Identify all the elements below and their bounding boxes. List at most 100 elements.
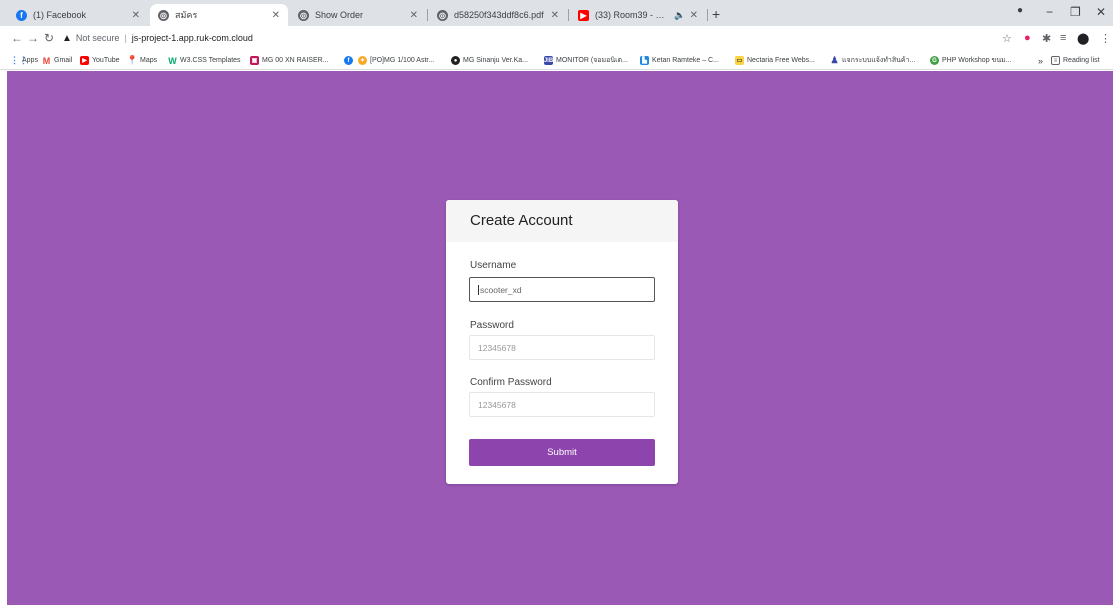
username-input[interactable]: scooter_xd	[469, 277, 655, 302]
minimize-icon[interactable]: −	[1046, 5, 1053, 19]
site-icon: ▙	[640, 56, 649, 65]
tab-label: (33) Room39 - ความจริง [Offic	[595, 10, 671, 20]
warning-icon[interactable]: ▲	[62, 33, 72, 44]
tab-show-order[interactable]: ◎ Show Order ✕	[290, 4, 426, 26]
address-bar[interactable]: ▲ Not secure | js-project-1.app.ruk-com.…	[62, 28, 1012, 48]
bookmark-mg00[interactable]: ▣ MG 00 XN RAISER...	[250, 54, 340, 67]
password-label: Password	[470, 320, 514, 331]
browser-toolbar: ← → ↻ ▲ Not secure | js-project-1.app.ru…	[0, 26, 1113, 50]
window-close-icon[interactable]: ✕	[1096, 5, 1106, 19]
bookmark-pomg[interactable]: ✦ [PO]MG 1/100 Astr...	[358, 54, 448, 67]
reading-list-icon: ≡	[1051, 56, 1060, 65]
bookmark-label: แจกระบบแจ้งทำสินค้า...	[842, 57, 916, 64]
address-divider: |	[124, 33, 127, 43]
confirm-password-placeholder: 12345678	[478, 399, 516, 410]
site-icon: G	[930, 56, 939, 65]
username-placeholder: scooter_xd	[480, 284, 522, 295]
card-header: Create Account	[446, 200, 678, 242]
security-label: Not secure	[75, 33, 120, 43]
person-icon: ♟	[830, 55, 839, 65]
page-background: Create Account Username scooter_xd Passw…	[7, 71, 1113, 605]
avatar[interactable]: ⬤	[1077, 32, 1089, 45]
bookmark-w3css[interactable]: W W3.CSS Templates	[168, 54, 241, 67]
folder-icon: ▭	[735, 56, 744, 65]
reading-list-label: Reading list	[1063, 57, 1100, 64]
bookmark-php-workshop[interactable]: G PHP Workshop ขนม...	[930, 54, 1020, 67]
bookmark-ketan[interactable]: ▙ Ketan Ramteke – C...	[640, 54, 732, 67]
close-icon[interactable]: ✕	[132, 10, 140, 21]
color-extension-icon[interactable]: ●	[1024, 32, 1031, 44]
bookmark-label: W3.CSS Templates	[180, 57, 241, 64]
tab-separator	[707, 9, 708, 21]
reload-icon[interactable]: ↻	[40, 31, 58, 45]
card-title: Create Account	[470, 212, 573, 229]
create-account-card: Create Account Username scooter_xd Passw…	[446, 200, 678, 484]
confirm-password-label: Confirm Password	[470, 377, 552, 388]
tab-label: สมัคร	[175, 10, 198, 20]
bookmark-youtube[interactable]: ▶ YouTube	[80, 54, 120, 67]
playlist-icon[interactable]: ≡	[1060, 32, 1066, 44]
password-input[interactable]: 12345678	[469, 335, 655, 360]
bookmark-label: MONITOR (จอมอนิเต...	[556, 57, 628, 64]
close-icon[interactable]: ✕	[551, 10, 559, 21]
close-icon[interactable]: ✕	[410, 10, 418, 21]
tab-strip: f (1) Facebook ✕ ◎ สมัคร ✕ ◎ Show Order …	[0, 0, 1113, 26]
bookmark-apps[interactable]: ⋮⋮⋮ Apps	[10, 54, 38, 67]
globe-icon: ◎	[437, 9, 448, 21]
bookmark-label: Maps	[140, 57, 158, 64]
bookmarks-bar: ⋮⋮⋮ Apps M Gmail ▶ YouTube 📍 Maps W W3.C…	[0, 50, 1113, 70]
site-icon: ▣	[250, 56, 259, 65]
star-icon[interactable]: ☆	[1002, 32, 1012, 45]
tab-separator	[427, 9, 428, 21]
facebook-icon: f	[16, 9, 27, 21]
facebook-icon: f	[344, 56, 353, 65]
profile-dot-icon[interactable]: ●	[1017, 5, 1023, 16]
bookmark-label: Apps	[22, 57, 38, 64]
close-icon[interactable]: ✕	[690, 10, 698, 21]
tab-youtube[interactable]: ▶ (33) Room39 - ความจริง [Offic 🔈 ✕	[570, 4, 706, 26]
tab-register[interactable]: ◎ สมัคร ✕	[150, 4, 288, 26]
globe-icon: ◎	[298, 9, 309, 21]
username-label: Username	[470, 260, 517, 271]
bookmark-label: [PO]MG 1/100 Astr...	[370, 57, 435, 64]
gmail-icon: M	[42, 55, 51, 66]
bookmark-label: MG Sinanju Ver.Ka...	[463, 57, 528, 64]
apps-grid-icon: ⋮⋮⋮	[10, 55, 28, 65]
puzzle-icon[interactable]: ✱	[1042, 32, 1051, 45]
speaker-icon[interactable]: 🔈	[674, 10, 685, 21]
bookmark-label: Nectaria Free Webs...	[747, 57, 815, 64]
new-tab-icon[interactable]: +	[712, 6, 720, 22]
bookmark-label: Ketan Ramteke – C...	[652, 57, 719, 64]
reading-list[interactable]: ≡ Reading list	[1051, 54, 1100, 67]
url-text: js-project-1.app.ruk-com.cloud	[131, 33, 253, 43]
tab-facebook[interactable]: f (1) Facebook ✕	[8, 4, 148, 26]
bookmark-sinanju[interactable]: ● MG Sinanju Ver.Ka...	[451, 54, 541, 67]
bookmark-label: YouTube	[92, 57, 120, 64]
menu-dots-icon[interactable]: ⋮	[1100, 32, 1111, 45]
w3schools-icon: W	[168, 55, 177, 66]
text-caret	[478, 284, 479, 295]
close-icon[interactable]: ✕	[272, 10, 280, 21]
bookmark-thai-shop[interactable]: ♟ แจกระบบแจ้งทำสินค้า...	[830, 54, 926, 67]
globe-icon: ◎	[158, 9, 169, 21]
tab-pdf[interactable]: ◎ d58250f343ddf8c6.pdf ✕	[429, 4, 567, 26]
bookmark-monitor[interactable]: JIB MONITOR (จอมอนิเต...	[544, 54, 636, 67]
restore-icon[interactable]: ❐	[1070, 5, 1081, 19]
site-icon: ●	[451, 56, 460, 65]
submit-button[interactable]: Submit	[469, 439, 655, 466]
map-pin-icon: 📍	[128, 55, 139, 65]
bookmark-label: Gmail	[54, 57, 73, 64]
site-icon: ✦	[358, 56, 367, 65]
tab-separator	[568, 9, 569, 21]
password-placeholder: 12345678	[478, 342, 516, 353]
bookmark-maps[interactable]: 📍 Maps	[128, 54, 157, 67]
tab-label: Show Order	[315, 10, 364, 20]
tab-label: d58250f343ddf8c6.pdf	[454, 10, 544, 20]
confirm-password-input[interactable]: 12345678	[469, 392, 655, 417]
bookmark-gmail[interactable]: M Gmail	[42, 54, 72, 67]
bookmarks-overflow[interactable]: »	[1038, 54, 1043, 67]
bookmark-facebook[interactable]: f	[344, 54, 356, 67]
bookmark-label: MG 00 XN RAISER...	[262, 57, 329, 64]
bookmark-nectaria[interactable]: ▭ Nectaria Free Webs...	[735, 54, 827, 67]
bookmark-label: PHP Workshop ขนม...	[942, 57, 1012, 64]
